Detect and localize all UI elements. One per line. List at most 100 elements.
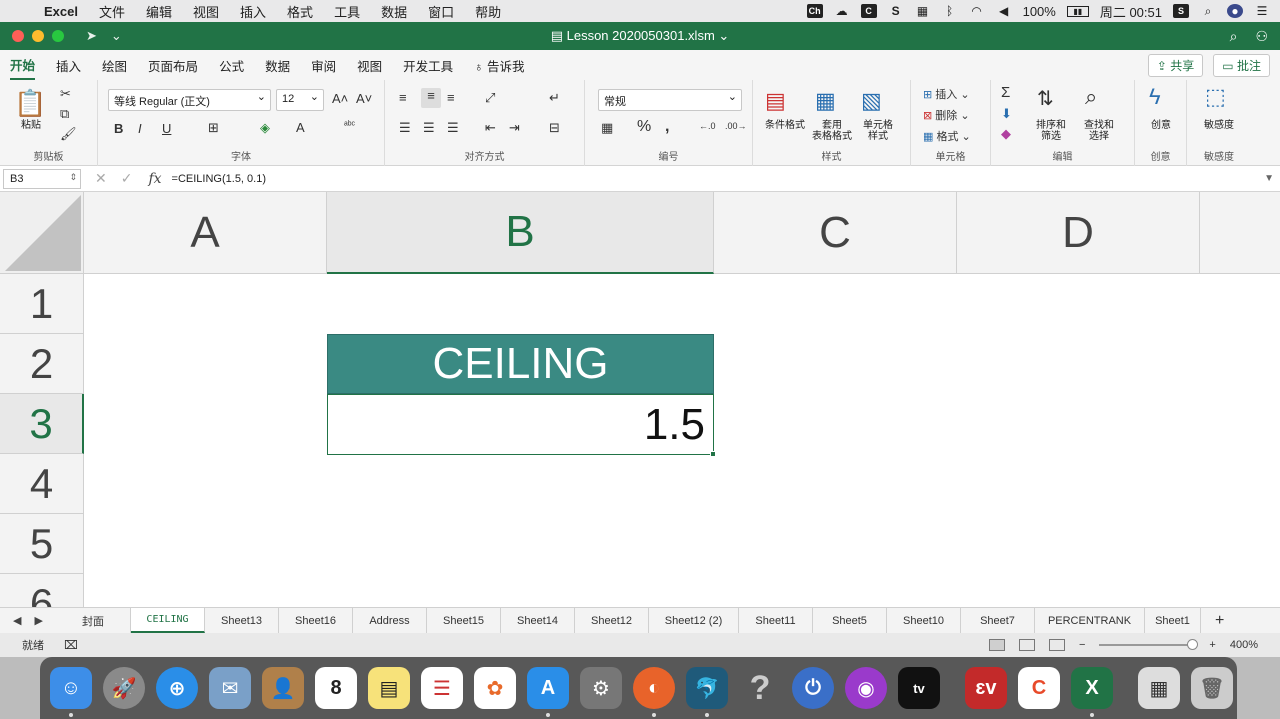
sheet-tab-sheet15[interactable]: Sheet15 — [427, 608, 501, 633]
tab-draw[interactable]: 绘图 — [102, 52, 127, 79]
prev-sheet-icon[interactable]: ◀ — [13, 614, 21, 627]
tab-view[interactable]: 视图 — [357, 52, 382, 79]
sheet-tab-sheet12[interactable]: Sheet12 — [575, 608, 649, 633]
sheet-tab-sheet1[interactable]: Sheet1 — [1145, 608, 1201, 633]
finder-icon[interactable]: ☺ — [50, 667, 92, 717]
row-header-2[interactable]: 2 — [0, 334, 84, 394]
sensitivity-icon[interactable]: ⬚ — [1205, 84, 1226, 110]
align-right-icon[interactable]: ☰ — [447, 120, 459, 136]
sheet-tab-sheet11[interactable]: Sheet11 — [739, 608, 813, 633]
battery-icon[interactable]: ▮▮ — [1066, 5, 1089, 17]
name-box[interactable]: B3 — [3, 168, 81, 189]
quick-access-dropdown-icon[interactable]: ⌄ — [111, 28, 122, 44]
sensitivity-label[interactable]: 敏感度 — [1193, 120, 1245, 131]
notes-icon[interactable]: ▤ — [368, 667, 410, 709]
wifi-icon[interactable]: ◠ — [969, 4, 985, 18]
close-window-button[interactable] — [12, 30, 24, 42]
sheet-tab-sheet13[interactable]: Sheet13 — [205, 608, 279, 633]
app-store-icon[interactable]: A — [527, 667, 569, 717]
sheet-tab-sheet14[interactable]: Sheet14 — [501, 608, 575, 633]
increase-indent-icon[interactable]: ⇥ — [509, 120, 520, 136]
decrease-indent-icon[interactable]: ⇤ — [485, 120, 496, 136]
insert-function-icon[interactable]: fx — [148, 171, 161, 187]
account-icon[interactable]: ⚇ — [1255, 28, 1268, 45]
next-sheet-icon[interactable]: ▶ — [35, 614, 43, 627]
tab-tell-me[interactable]: ♁ 告诉我 — [474, 52, 524, 79]
zoom-slider[interactable] — [1099, 639, 1199, 650]
formula-input[interactable]: =CEILING(1.5, 0.1) — [172, 173, 266, 185]
row-header-4[interactable]: 4 — [0, 454, 84, 514]
pointer-tool-icon[interactable]: ➤ — [86, 28, 97, 44]
share-button[interactable]: ⇪ 共享 — [1147, 53, 1204, 77]
tab-formulas[interactable]: 公式 — [219, 52, 244, 79]
sheet-tab-sheet16[interactable]: Sheet16 — [279, 608, 353, 633]
sheet-tab-address[interactable]: Address — [353, 608, 427, 633]
sheet-tab-ceiling[interactable]: CEILING — [131, 608, 205, 633]
underline-icon[interactable]: U — [162, 121, 171, 136]
column-header-a[interactable]: A — [84, 192, 327, 274]
firefox-icon[interactable]: ◐ — [633, 667, 675, 717]
zoom-in-icon[interactable]: + — [1209, 639, 1215, 651]
comma-style-icon[interactable]: , — [665, 118, 669, 136]
cloud-icon[interactable]: ☁ — [834, 4, 850, 18]
comments-button[interactable]: ▭ 批注 — [1213, 53, 1270, 77]
cell-b3-value[interactable]: 1.5 — [327, 394, 714, 455]
cell-styles-icon[interactable]: ▧ — [861, 88, 882, 114]
menubar-clock[interactable]: 周二 00:51 — [1100, 2, 1162, 21]
launchpad-icon[interactable]: 🚀 — [103, 667, 145, 709]
fill-color-icon[interactable]: ◈ — [260, 120, 270, 136]
orientation-icon[interactable]: ⤢ — [485, 90, 495, 106]
clear-icon[interactable]: ◆ — [1001, 126, 1011, 142]
find-select-label[interactable]: 查找和 选择 — [1075, 120, 1123, 142]
tab-review[interactable]: 审阅 — [311, 52, 336, 79]
cell-styles-label[interactable]: 单元格 样式 — [853, 120, 903, 142]
find-select-icon[interactable]: ⌕ — [1085, 84, 1097, 110]
align-left-icon[interactable]: ☰ — [399, 120, 411, 136]
merge-center-icon[interactable]: ⊟ — [549, 120, 560, 136]
align-middle-icon[interactable]: ≡ — [421, 88, 441, 108]
zoom-out-icon[interactable]: − — [1079, 639, 1085, 651]
trash-icon[interactable]: 🗑 — [1191, 667, 1233, 709]
paste-label[interactable]: 粘贴 — [12, 120, 50, 131]
tab-data[interactable]: 数据 — [265, 52, 290, 79]
fill-icon[interactable]: ⬇ — [1001, 106, 1012, 122]
ideas-icon[interactable]: ϟ — [1149, 84, 1161, 110]
menu-tools[interactable]: 工具 — [334, 2, 360, 21]
cell-b2-ceiling-header[interactable]: CEILING — [327, 334, 714, 394]
calendar-icon[interactable]: 8 — [315, 667, 357, 709]
format-painter-icon[interactable]: 🖌 — [60, 126, 77, 142]
system-preferences-icon[interactable]: ⚙ — [580, 667, 622, 709]
fill-handle[interactable] — [710, 451, 716, 457]
mail-icon[interactable]: ✉ — [209, 667, 251, 709]
reminders-icon[interactable]: ☰ — [421, 667, 463, 709]
align-center-icon[interactable]: ☰ — [423, 120, 435, 136]
tab-developer[interactable]: 开发工具 — [403, 52, 453, 79]
wrap-text-icon[interactable]: ↵ — [549, 90, 560, 106]
row-header-1[interactable]: 1 — [0, 274, 84, 334]
battery-percent[interactable]: 100% — [1023, 4, 1056, 19]
volume-icon[interactable]: ◀ — [996, 4, 1012, 18]
accounting-format-icon[interactable]: ▦ — [601, 120, 613, 136]
percent-icon[interactable]: % — [637, 118, 651, 136]
align-top-icon[interactable]: ≡ — [399, 90, 407, 105]
s-app-icon[interactable]: S — [888, 4, 904, 18]
tab-page-layout[interactable]: 页面布局 — [148, 52, 198, 79]
mysql-workbench-icon[interactable]: 🐬 — [686, 667, 728, 717]
app-status-icon[interactable]: C — [860, 4, 877, 18]
align-bottom-icon[interactable]: ≡ — [447, 90, 455, 105]
row-header-3[interactable]: 3 — [0, 394, 84, 454]
phonetic-icon[interactable]: ᵃᵇᶜ — [344, 120, 355, 131]
number-format-dropdown[interactable]: 常规 — [598, 89, 742, 111]
menu-format[interactable]: 格式 — [287, 2, 313, 21]
font-size-dropdown[interactable]: 12 — [276, 89, 324, 111]
apple-tv-icon[interactable]: tv — [898, 667, 940, 709]
excel-icon[interactable]: X — [1071, 667, 1113, 717]
user-avatar-icon[interactable]: ● — [1227, 4, 1243, 18]
conditional-format-icon[interactable]: ▤ — [765, 88, 786, 114]
sort-filter-label[interactable]: 排序和 筛选 — [1029, 120, 1073, 142]
increase-font-icon[interactable]: A˄ — [332, 91, 348, 106]
format-as-table-icon[interactable]: ▦ — [815, 88, 836, 114]
expressvpn-icon[interactable]: ɛv — [965, 667, 1007, 709]
s-status-icon[interactable]: S — [1173, 4, 1189, 18]
decrease-decimal-icon[interactable]: .00→ — [725, 121, 747, 131]
